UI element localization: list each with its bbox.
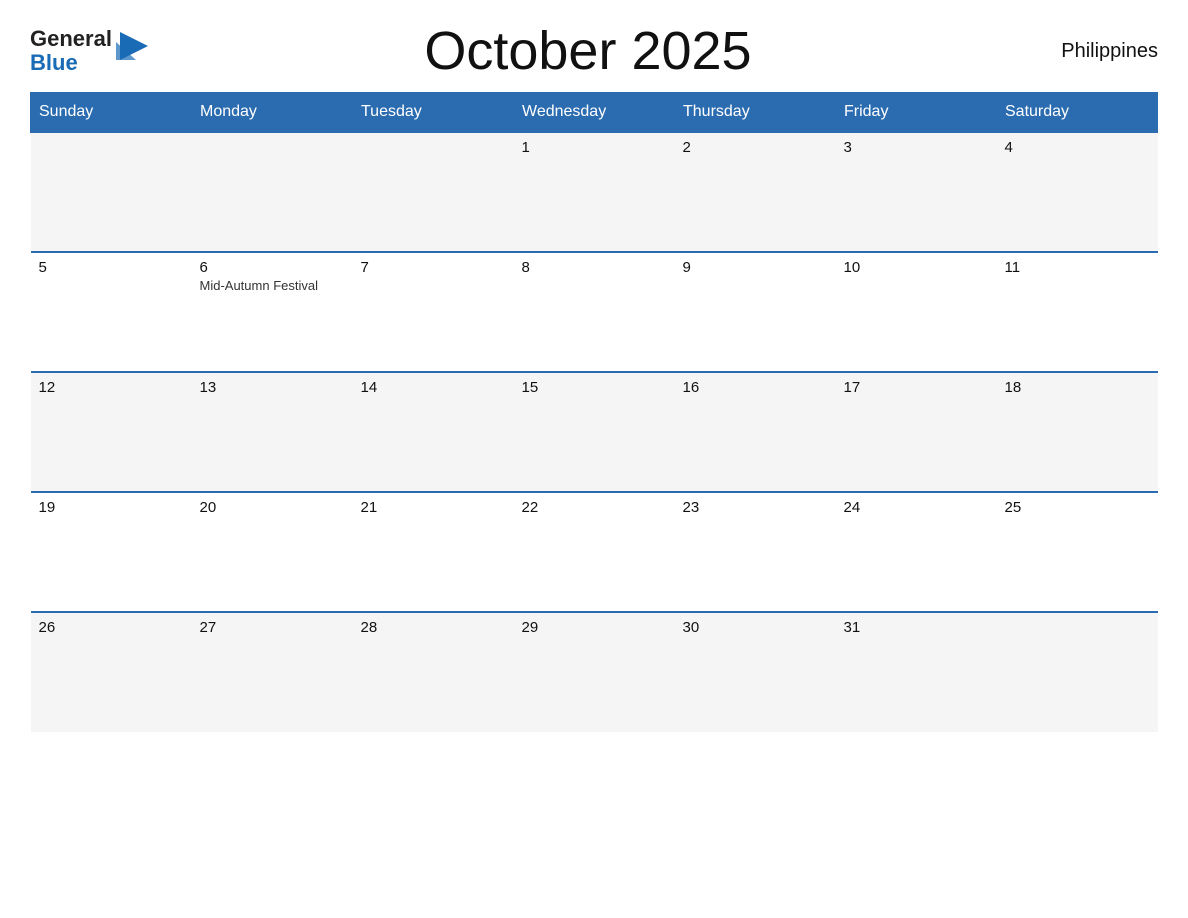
header-monday: Monday — [192, 93, 353, 133]
calendar-cell: 21 — [353, 492, 514, 612]
header-friday: Friday — [836, 93, 997, 133]
month-title: October 2025 — [148, 20, 1028, 82]
calendar-cell: 16 — [675, 372, 836, 492]
calendar-cell: 12 — [31, 372, 192, 492]
country-label: Philippines — [1028, 40, 1158, 63]
calendar-cell — [997, 612, 1158, 732]
calendar-cell: 15 — [514, 372, 675, 492]
logo-text: General Blue — [30, 27, 112, 75]
calendar-cell: 27 — [192, 612, 353, 732]
day-number: 10 — [844, 259, 989, 276]
calendar-cell: 29 — [514, 612, 675, 732]
day-number: 27 — [200, 619, 345, 636]
calendar-cell: 8 — [514, 252, 675, 372]
calendar-cell: 23 — [675, 492, 836, 612]
logo-blue-text: Blue — [30, 51, 112, 75]
calendar-cell: 4 — [997, 132, 1158, 252]
calendar-week-row: 12 13 14 15 16 17 18 — [31, 372, 1158, 492]
calendar-cell — [31, 132, 192, 252]
calendar-week-row: 26 27 28 29 30 31 — [31, 612, 1158, 732]
header-tuesday: Tuesday — [353, 93, 514, 133]
header-saturday: Saturday — [997, 93, 1158, 133]
day-number: 9 — [683, 259, 828, 276]
calendar-cell: 31 — [836, 612, 997, 732]
calendar-table: Sunday Monday Tuesday Wednesday Thursday… — [30, 92, 1158, 732]
day-number: 3 — [844, 139, 989, 156]
calendar-cell: 9 — [675, 252, 836, 372]
day-number: 8 — [522, 259, 667, 276]
day-number: 6 — [200, 259, 345, 276]
day-number: 5 — [39, 259, 184, 276]
calendar-cell: 14 — [353, 372, 514, 492]
calendar-cell: 5 — [31, 252, 192, 372]
day-number: 12 — [39, 379, 184, 396]
day-number: 14 — [361, 379, 506, 396]
day-number: 20 — [200, 499, 345, 516]
day-number: 23 — [683, 499, 828, 516]
day-number: 1 — [522, 139, 667, 156]
day-number: 19 — [39, 499, 184, 516]
calendar-cell: 10 — [836, 252, 997, 372]
logo: General Blue — [30, 27, 148, 75]
header: General Blue October 2025 Philippines — [30, 20, 1158, 82]
calendar-cell — [192, 132, 353, 252]
calendar-cell: 30 — [675, 612, 836, 732]
calendar-cell: 25 — [997, 492, 1158, 612]
day-number: 2 — [683, 139, 828, 156]
header-wednesday: Wednesday — [514, 93, 675, 133]
day-event: Mid-Autumn Festival — [200, 278, 345, 293]
day-number: 31 — [844, 619, 989, 636]
logo-general-text: General — [30, 27, 112, 51]
calendar-cell: 11 — [997, 252, 1158, 372]
calendar-cell — [353, 132, 514, 252]
calendar-week-row: 1234 — [31, 132, 1158, 252]
day-number: 29 — [522, 619, 667, 636]
day-number: 15 — [522, 379, 667, 396]
calendar-week-row: 19 20 21 22 23 24 25 — [31, 492, 1158, 612]
calendar-cell: 7 — [353, 252, 514, 372]
day-number: 7 — [361, 259, 506, 276]
day-number: 22 — [522, 499, 667, 516]
day-number: 16 — [683, 379, 828, 396]
calendar-cell: 1 — [514, 132, 675, 252]
day-number: 18 — [1005, 379, 1150, 396]
calendar-cell: 17 — [836, 372, 997, 492]
day-number: 28 — [361, 619, 506, 636]
day-number: 26 — [39, 619, 184, 636]
day-number: 17 — [844, 379, 989, 396]
day-number: 25 — [1005, 499, 1150, 516]
calendar-cell: 13 — [192, 372, 353, 492]
calendar-cell: 18 — [997, 372, 1158, 492]
day-number: 24 — [844, 499, 989, 516]
calendar-week-row: 56 Mid-Autumn Festival 789 10 11 — [31, 252, 1158, 372]
calendar-cell: 19 — [31, 492, 192, 612]
calendar-cell: 20 — [192, 492, 353, 612]
weekday-header-row: Sunday Monday Tuesday Wednesday Thursday… — [31, 93, 1158, 133]
calendar-cell: 6 Mid-Autumn Festival — [192, 252, 353, 372]
header-sunday: Sunday — [31, 93, 192, 133]
calendar-cell: 22 — [514, 492, 675, 612]
header-thursday: Thursday — [675, 93, 836, 133]
calendar-cell: 24 — [836, 492, 997, 612]
day-number: 4 — [1005, 139, 1150, 156]
calendar-cell: 28 — [353, 612, 514, 732]
day-number: 30 — [683, 619, 828, 636]
calendar-cell: 3 — [836, 132, 997, 252]
calendar-cell: 2 — [675, 132, 836, 252]
day-number: 21 — [361, 499, 506, 516]
day-number: 13 — [200, 379, 345, 396]
day-number: 11 — [1005, 259, 1150, 276]
calendar-cell: 26 — [31, 612, 192, 732]
calendar-page: General Blue October 2025 Philippines Su… — [0, 0, 1188, 918]
logo-icon — [116, 35, 148, 67]
